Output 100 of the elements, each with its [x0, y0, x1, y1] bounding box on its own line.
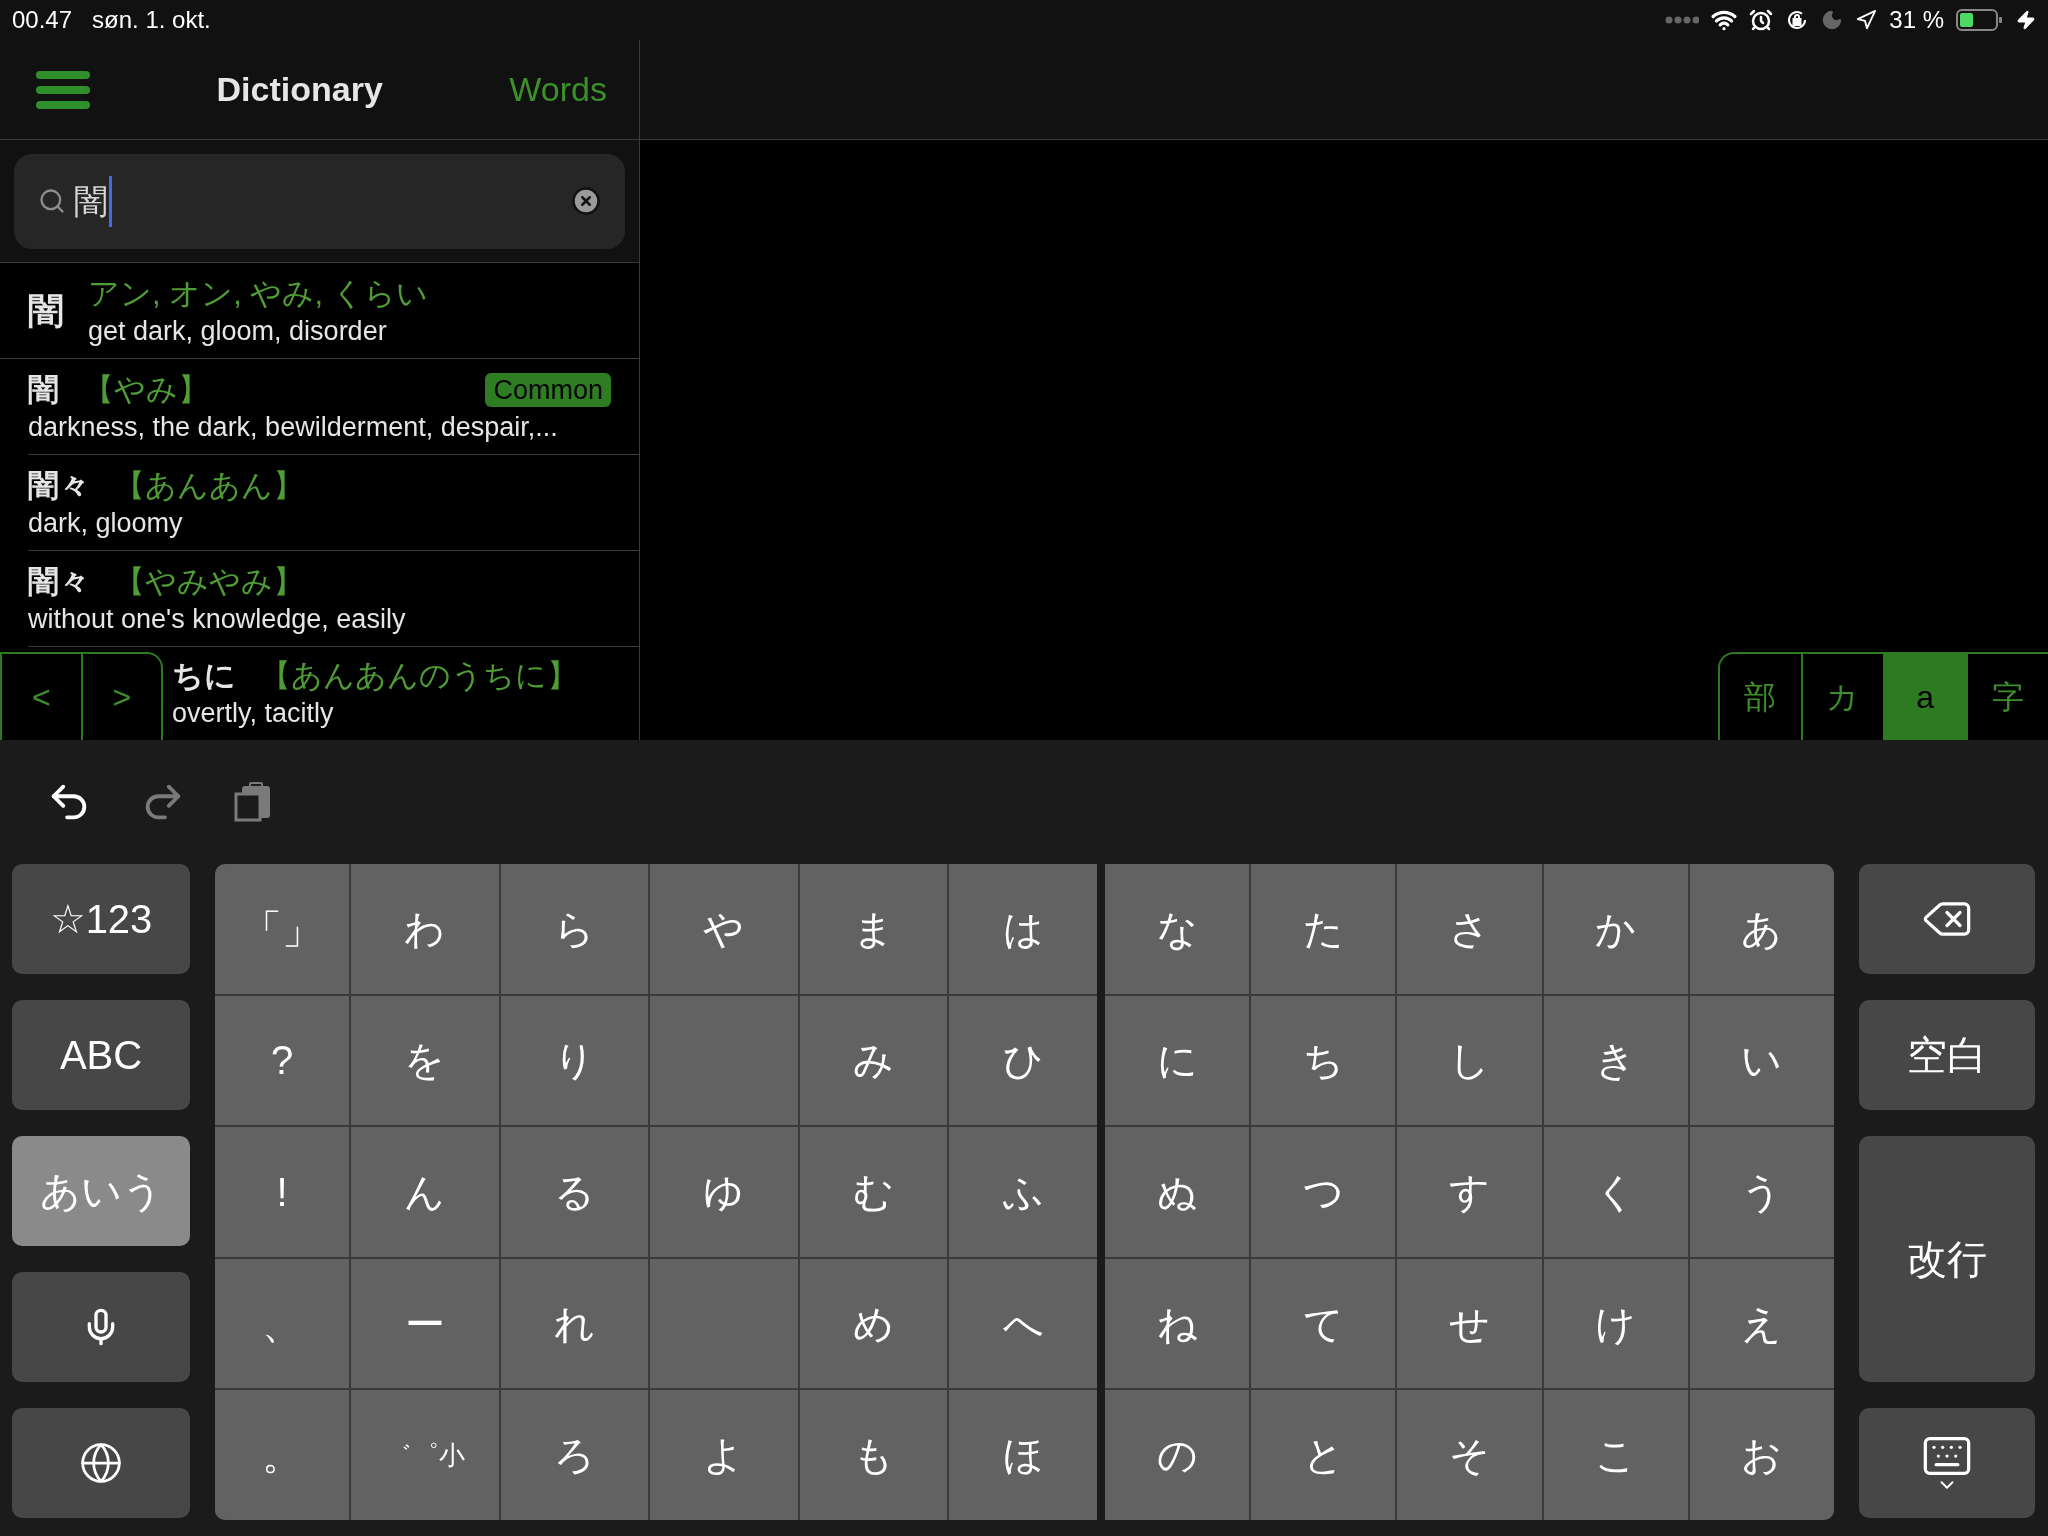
kana-key[interactable]: て	[1251, 1258, 1396, 1389]
entry-meaning: dark, gloomy	[28, 506, 184, 540]
kana-key[interactable]: 。	[215, 1390, 349, 1520]
kana-key[interactable]: も	[799, 1390, 948, 1520]
common-badge: Common	[485, 372, 611, 407]
paste-icon[interactable]	[234, 782, 272, 822]
kana-key[interactable]: す	[1397, 1127, 1542, 1257]
battery-percent: 31 %	[1889, 5, 1944, 35]
kana-key[interactable]: へ	[949, 1258, 1097, 1389]
mode-key[interactable]: ABC	[12, 1000, 190, 1110]
kana-key[interactable]: ほ	[949, 1390, 1097, 1520]
return-key[interactable]: 改行	[1859, 1136, 2035, 1382]
kana-key[interactable]: よ	[650, 1390, 798, 1520]
kana-key[interactable]: の	[1105, 1390, 1250, 1520]
page-title: Dictionary	[216, 69, 383, 110]
words-button[interactable]: Words	[509, 64, 607, 115]
status-time: 00.47	[12, 5, 73, 35]
pager-button[interactable]: <	[2, 654, 81, 740]
location-arrow-icon	[1855, 9, 1878, 31]
kana-key[interactable]: !	[215, 1127, 349, 1257]
entry-word: 闇々	[28, 562, 90, 601]
kana-key[interactable]: し	[1397, 995, 1542, 1126]
kana-key[interactable]: け	[1543, 1258, 1688, 1389]
kana-key[interactable]: ー	[351, 1258, 499, 1389]
kana-key[interactable]: ら	[500, 864, 649, 994]
entry-meaning: overtly, tacitly	[172, 697, 335, 730]
globe-key[interactable]	[12, 1408, 190, 1518]
result-row[interactable]: 闇 アン, オン, やみ, くらい get dark, gloom, disorder	[0, 263, 639, 359]
mode-key[interactable]: ☆123	[12, 864, 190, 974]
kana-key[interactable]: ゆ	[650, 1127, 798, 1257]
kana-key[interactable]: む	[799, 1127, 948, 1257]
input-mode-tab[interactable]: a	[1883, 654, 1966, 740]
kana-key[interactable]: ぬ	[1105, 1127, 1250, 1257]
search-icon	[38, 187, 66, 215]
kana-key[interactable]: み	[799, 995, 948, 1126]
kana-key[interactable]: ?	[215, 995, 349, 1126]
entry-word: 闇々	[28, 466, 90, 505]
entry-reading: 【あんあん】	[114, 466, 304, 505]
kana-key[interactable]: か	[1543, 864, 1688, 994]
entry-reading: 【やみやみ】	[114, 562, 304, 601]
kana-key[interactable]: や	[650, 864, 798, 994]
kana-key[interactable]: ふ	[949, 1127, 1097, 1257]
kana-key[interactable]: う	[1689, 1127, 1834, 1257]
result-row[interactable]: 闇 【やみ】 Common darkness, the dark, bewilderment, despair,...	[28, 359, 639, 455]
search-field[interactable]: 闇	[14, 153, 625, 249]
kana-key[interactable]: え	[1689, 1258, 1834, 1389]
kana-key[interactable]: ん	[351, 1127, 499, 1257]
kana-key[interactable]: れ	[500, 1258, 649, 1389]
kana-key[interactable]: わ	[351, 864, 499, 994]
kana-key[interactable]: る	[500, 1127, 649, 1257]
kana-key[interactable]: お	[1689, 1390, 1834, 1520]
kana-key[interactable]: ひ	[949, 995, 1097, 1126]
kana-key[interactable]: に	[1105, 995, 1250, 1126]
charging-icon	[2016, 10, 2036, 30]
entry-meaning: get dark, gloom, disorder	[88, 314, 388, 348]
menu-icon[interactable]	[36, 68, 90, 111]
kana-key[interactable]: き	[1543, 995, 1688, 1126]
kana-key[interactable]: つ	[1251, 1127, 1396, 1257]
entry-word: ちに	[172, 657, 236, 695]
kana-key[interactable]: ち	[1251, 995, 1396, 1126]
kana-key[interactable]: め	[799, 1258, 948, 1389]
entry-kanji: 闇	[28, 288, 64, 333]
kana-key[interactable]: さ	[1397, 864, 1542, 994]
result-row[interactable]: 闇々 【あんあん】 dark, gloomy	[28, 455, 639, 551]
kana-key[interactable]: ね	[1105, 1258, 1250, 1389]
kana-key[interactable]: ろ	[500, 1390, 649, 1520]
dismiss-keyboard-key[interactable]	[1859, 1408, 2035, 1518]
kana-key[interactable]: た	[1251, 864, 1396, 994]
mode-key[interactable]: あいう	[12, 1136, 190, 1246]
kana-key[interactable]: せ	[1397, 1258, 1542, 1389]
entry-word: 闇	[28, 370, 59, 409]
kana-key[interactable]: い	[1689, 995, 1834, 1126]
kana-key[interactable]: こ	[1543, 1390, 1688, 1520]
kana-key[interactable]: な	[1105, 864, 1250, 994]
space-key[interactable]: 空白	[1859, 1000, 2035, 1110]
globe-icon	[79, 1441, 123, 1485]
entry-reading: アン, オン, やみ, くらい	[88, 274, 428, 313]
search-text: 闇	[74, 175, 112, 227]
entry-meaning: without one's knowledge, easily	[28, 602, 407, 636]
delete-key[interactable]	[1859, 864, 2035, 974]
result-row[interactable]: ちに 【あんあんのうちに】 overtly, tacitly	[172, 647, 639, 739]
kana-key[interactable]: あ	[1689, 864, 1834, 994]
moon-icon	[1821, 9, 1844, 31]
result-row[interactable]: 闇々 【やみやみ】 without one's knowledge, easily	[28, 551, 639, 647]
kana-key[interactable]: り	[500, 995, 649, 1126]
entry-reading: 【あんあんのうちに】	[260, 657, 578, 695]
signal-dots-icon	[1665, 16, 1700, 24]
kana-key[interactable]: ま	[799, 864, 948, 994]
kana-key[interactable]: く	[1543, 1127, 1688, 1257]
kana-key[interactable]: 、	[215, 1258, 349, 1389]
entry-reading: 【やみ】	[83, 370, 209, 409]
kana-key[interactable]: と	[1251, 1390, 1396, 1520]
microphone-key[interactable]	[12, 1272, 190, 1382]
kana-key[interactable]: は	[949, 864, 1097, 994]
kana-key[interactable]: そ	[1397, 1390, 1542, 1520]
kana-key[interactable]: 「」	[215, 864, 349, 994]
status-date: søn. 1. okt.	[92, 5, 211, 35]
input-mode-tab[interactable]: 部	[1720, 654, 1801, 740]
kana-key[interactable]: ゛゜小	[351, 1390, 499, 1520]
kana-key[interactable]: を	[351, 995, 499, 1126]
